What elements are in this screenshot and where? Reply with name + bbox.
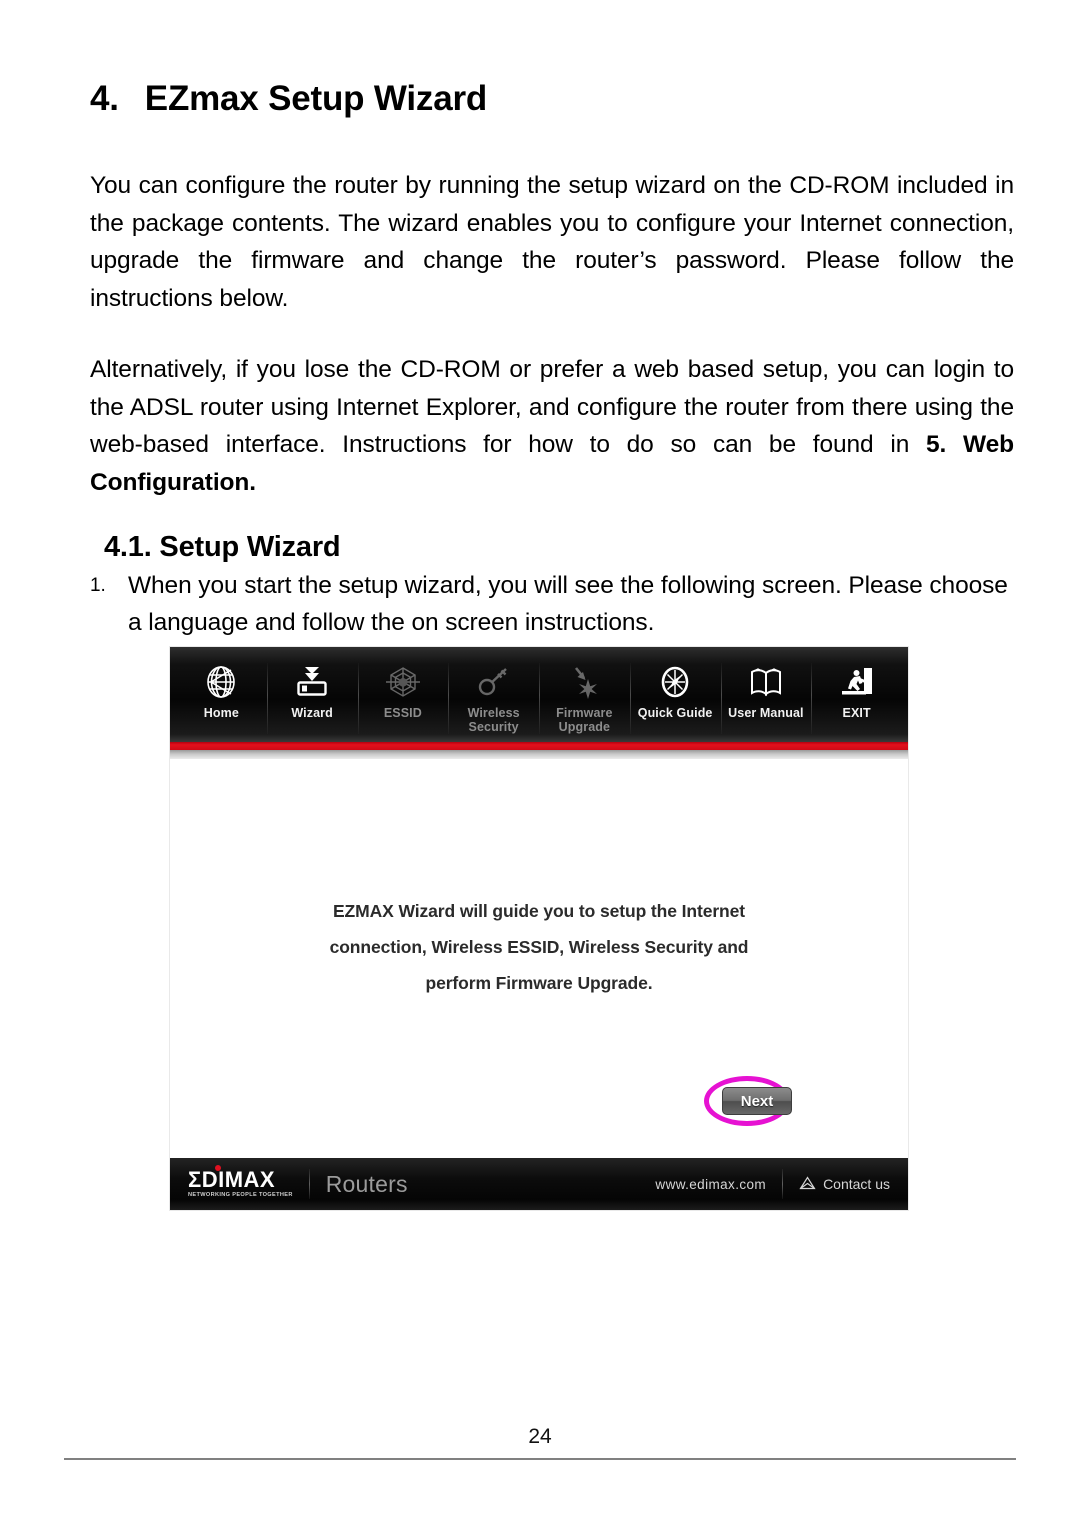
toolbar-item-exit[interactable]: EXIT xyxy=(811,651,902,742)
toolbar-item-quick-guide[interactable]: Quick Guide xyxy=(629,651,721,742)
next-button[interactable]: Next xyxy=(722,1087,792,1115)
document-body: 4. EZmax Setup Wizard You can configure t… xyxy=(90,78,1014,642)
toolbar-item-label: ESSID xyxy=(383,706,422,720)
wizard-description-line: EZMAX Wizard will guide you to setup the… xyxy=(332,901,746,921)
exit-running-man-icon xyxy=(837,661,877,703)
wizard-stage: EZMAX Wizard will guide you to setup the… xyxy=(170,759,908,1158)
wireless-web-icon xyxy=(383,661,423,703)
page-title-text: EZmax Setup Wizard xyxy=(144,79,488,118)
toolbar-item-label: Firmware Upgrade xyxy=(556,706,613,734)
toolbar-item-label: Quick Guide xyxy=(637,706,713,720)
toolbar-item-wireless-security[interactable]: Wireless Security xyxy=(448,651,539,742)
alternative-paragraph-text: Alternatively, if you lose the CD-ROM or… xyxy=(90,356,1014,459)
contact-us-link[interactable]: Contact us xyxy=(799,1175,890,1193)
toolbar-item-home[interactable]: Home xyxy=(176,651,267,742)
list-item-text: When you start the setup wizard, you wil… xyxy=(128,572,1008,636)
wizard-description-line: connection, Wireless ESSID, Wireless Sec… xyxy=(329,936,749,957)
list-item: 1. When you start the setup wizard, you … xyxy=(90,568,1014,642)
toolbar-item-label: Home xyxy=(203,706,239,720)
globe-icon xyxy=(201,661,241,703)
open-book-icon xyxy=(746,661,786,703)
footer-rule xyxy=(64,1458,1016,1460)
envelope-icon xyxy=(799,1175,816,1193)
brand-name: ΣDIMAX xyxy=(188,1167,276,1193)
firmware-arrow-burst-icon xyxy=(564,661,604,703)
document-page: 4. EZmax Setup Wizard You can configure t… xyxy=(0,0,1080,1527)
toolbar-item-label: EXIT xyxy=(842,706,871,720)
wizard-footer: ΣDIMAX NETWORKING PEOPLE TOGETHER Router… xyxy=(170,1158,908,1210)
product-category-label: Routers xyxy=(325,1170,408,1197)
page-title: 4. EZmax Setup Wizard xyxy=(90,78,1014,119)
edimax-logo: ΣDIMAX NETWORKING PEOPLE TOGETHER xyxy=(188,1165,293,1199)
alternative-paragraph: Alternatively, if you lose the CD-ROM or… xyxy=(90,351,1014,501)
contact-us-label: Contact us xyxy=(823,1176,890,1192)
wizard-description: EZMAX Wizard will guide you to setup the… xyxy=(170,894,908,1002)
next-button-area: Next xyxy=(704,1076,796,1128)
ezmax-wizard-window: Home Wizard ESSID Wireless Security Firm… xyxy=(170,647,908,1210)
toolbar-item-label: Wizard xyxy=(291,706,333,720)
list-item-marker: 1. xyxy=(90,575,106,597)
toolbar-item-essid[interactable]: ESSID xyxy=(357,651,449,742)
embedded-screenshot: Home Wizard ESSID Wireless Security Firm… xyxy=(170,647,908,1210)
compass-icon xyxy=(655,661,695,703)
website-url[interactable]: www.edimax.com xyxy=(655,1177,766,1192)
download-to-device-icon xyxy=(292,661,332,703)
accent-bar xyxy=(170,742,908,750)
toolbar-item-firmware-upgrade[interactable]: Firmware Upgrade xyxy=(539,651,630,742)
wizard-toolbar: Home Wizard ESSID Wireless Security Firm… xyxy=(170,647,908,742)
toolbar-item-label: User Manual xyxy=(728,706,804,720)
intro-paragraph: You can configure the router by running … xyxy=(90,172,1014,312)
footer-divider xyxy=(782,1169,784,1199)
brand-tagline: NETWORKING PEOPLE TOGETHER xyxy=(188,1192,293,1199)
instruction-list: 1. When you start the setup wizard, you … xyxy=(90,568,1014,642)
toolbar-item-wizard[interactable]: Wizard xyxy=(266,651,358,742)
toolbar-item-user-manual[interactable]: User Manual xyxy=(720,651,812,742)
footer-divider xyxy=(308,1169,310,1199)
toolbar-item-label: Wireless Security xyxy=(467,706,520,734)
page-number: 24 xyxy=(528,1425,552,1448)
section-subtitle: 4.1. Setup Wizard xyxy=(104,531,341,564)
page-title-number: 4. xyxy=(90,79,119,118)
wizard-description-line: perform Firmware Upgrade. xyxy=(425,972,653,993)
key-icon xyxy=(474,661,514,703)
toolbar-shadow-strip xyxy=(170,750,908,759)
